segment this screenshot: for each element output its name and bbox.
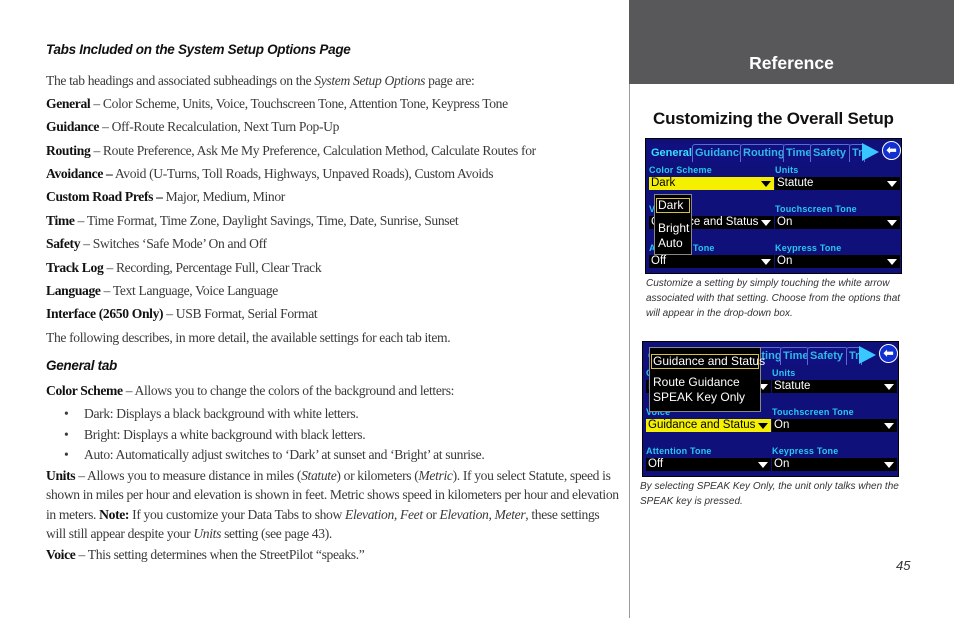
field-label: Keypress Tone	[775, 243, 842, 253]
dropdown-menu: Dark Bright Auto	[654, 194, 692, 255]
tab-description-line: Interface (2650 Only) – USB Format, Seri…	[46, 306, 318, 321]
dropdown-arrow-icon[interactable]	[884, 423, 894, 429]
caption-2: By selecting SPEAK Key Only, the unit on…	[640, 481, 899, 507]
next-tab-arrow-icon[interactable]	[859, 346, 876, 364]
dropdown-menu: Guidance and Status Route Guidance SPEAK K…	[649, 347, 765, 412]
dropdown-value: Guidance and Status	[648, 419, 756, 431]
caption-1: Customize a setting by simply touching t…	[646, 278, 901, 319]
dropdown-arrow-icon[interactable]	[887, 181, 897, 187]
page-title: Customizing the Overall Setup	[653, 109, 894, 128]
dropdown-arrow-icon[interactable]	[758, 423, 768, 429]
bullet-item: • Bright: Displays a white background wit…	[64, 427, 366, 442]
tab-time[interactable]: Time	[783, 144, 812, 162]
dropdown-arrow-icon[interactable]	[758, 462, 768, 468]
dropdown-value: Statute	[774, 380, 811, 392]
dropdown-arrow-icon[interactable]	[887, 259, 897, 265]
units-paragraph: Units – Allows you to measure distance i…	[46, 468, 619, 541]
dropdown-value: Dark	[651, 177, 676, 189]
dropdown-option[interactable]: Auto	[656, 236, 690, 251]
dropdown-arrow-icon[interactable]	[884, 462, 894, 468]
field-label: Units	[775, 165, 799, 175]
dropdown-arrow-icon[interactable]	[761, 220, 771, 226]
dropdown-option[interactable]: Guidance and Status	[651, 354, 765, 369]
dropdown-option[interactable]: Bright	[656, 221, 690, 236]
bullet-item: • Dark: Displays a black background with …	[64, 406, 359, 421]
device-screenshot-voice: GeneralGuidanceRoutingTimeSafetyTr⬅Color…	[642, 341, 899, 477]
setting-dropdown[interactable]: Guidance and Status	[646, 419, 771, 432]
tab-guidance[interactable]: Guidance	[692, 144, 745, 162]
following-text: The following describes, in more detail,…	[46, 330, 451, 345]
field-label: Color Scheme	[649, 165, 712, 175]
tab-description-line: Custom Road Prefs – Major, Medium, Minor	[46, 189, 285, 204]
field-label: Units	[772, 368, 796, 378]
intro-text: The tab headings and associated subheadi…	[46, 73, 475, 88]
heading-general-tab: General tab	[46, 358, 117, 373]
dropdown-arrow-icon[interactable]	[761, 181, 771, 187]
tab-general[interactable]: General	[648, 144, 694, 162]
tab-routing[interactable]: Routing	[740, 144, 785, 162]
section-title: Reference	[749, 53, 834, 73]
setting-dropdown[interactable]: Dark	[649, 177, 774, 190]
back-arrow-icon[interactable]: ⬅	[879, 344, 898, 363]
dropdown-value: On	[774, 419, 790, 431]
heading-tabs-included: Tabs Included on the System Setup Option…	[46, 42, 351, 57]
tab-time[interactable]: Time	[780, 347, 809, 365]
device-screenshot-color-scheme: General Guidance Routing Time Safety Tr ⬅ Color…	[645, 138, 902, 274]
tab-description-line: Avoidance – Avoid (U-Turns, Toll Roads, …	[46, 166, 494, 181]
dropdown-value: On	[774, 458, 790, 470]
bullet-item: • Auto: Automatically adjust switches to …	[64, 447, 485, 462]
dropdown-option[interactable]: Route Guidance	[651, 375, 759, 390]
setting-dropdown[interactable]: On	[775, 216, 900, 229]
tab-description-line: Routing – Route Preference, Ask Me My Pr…	[46, 143, 536, 158]
next-tab-arrow-icon[interactable]	[862, 143, 879, 161]
dropdown-value: On	[777, 216, 793, 228]
setting-dropdown[interactable]: Statute	[772, 380, 897, 393]
field-label: Touchscreen Tone	[775, 204, 857, 214]
dropdown-option[interactable]: SPEAK Key Only	[651, 390, 759, 405]
dropdown-value: Off	[651, 255, 667, 267]
voice-text: Voice – This setting determines when the…	[46, 547, 365, 562]
setting-dropdown[interactable]: Statute	[775, 177, 900, 190]
reference-section-header: Reference	[629, 0, 954, 84]
page-number: 45	[896, 558, 911, 573]
tab-description-line: General – Color Scheme, Units, Voice, To…	[46, 96, 508, 111]
tab-description-line: Safety – Switches ‘Safe Mode’ On and Off	[46, 236, 267, 251]
back-arrow-icon[interactable]: ⬅	[882, 141, 901, 160]
field-label: Attention Tone	[646, 446, 712, 456]
setting-dropdown[interactable]: On	[772, 458, 897, 471]
field-label: Keypress Tone	[772, 446, 839, 456]
dropdown-value: Statute	[777, 177, 814, 189]
dropdown-arrow-icon[interactable]	[761, 259, 771, 265]
setting-dropdown[interactable]: Off	[646, 458, 771, 471]
dropdown-value: Off	[648, 458, 664, 470]
tab-safety[interactable]: Safety	[807, 347, 848, 365]
tab-description-line: Time – Time Format, Time Zone, Daylight …	[46, 213, 459, 228]
setting-dropdown[interactable]: On	[775, 255, 900, 268]
field-label: Touchscreen Tone	[772, 407, 854, 417]
dropdown-arrow-icon[interactable]	[884, 384, 894, 390]
column-divider	[629, 84, 630, 618]
tab-description-line: Track Log – Recording, Percentage Full, …	[46, 260, 322, 275]
tab-description-line: Language – Text Language, Voice Language	[46, 283, 278, 298]
setting-dropdown[interactable]: On	[772, 419, 897, 432]
dropdown-option[interactable]: Dark	[656, 198, 690, 213]
color-scheme-text: Color Scheme – Allows you to change the …	[46, 383, 455, 398]
dropdown-arrow-icon[interactable]	[887, 220, 897, 226]
dropdown-value: On	[777, 255, 793, 267]
tab-description-line: Guidance – Off-Route Recalculation, Next…	[46, 119, 340, 134]
setting-dropdown[interactable]: Off	[649, 255, 774, 268]
tab-safety[interactable]: Safety	[810, 144, 851, 162]
